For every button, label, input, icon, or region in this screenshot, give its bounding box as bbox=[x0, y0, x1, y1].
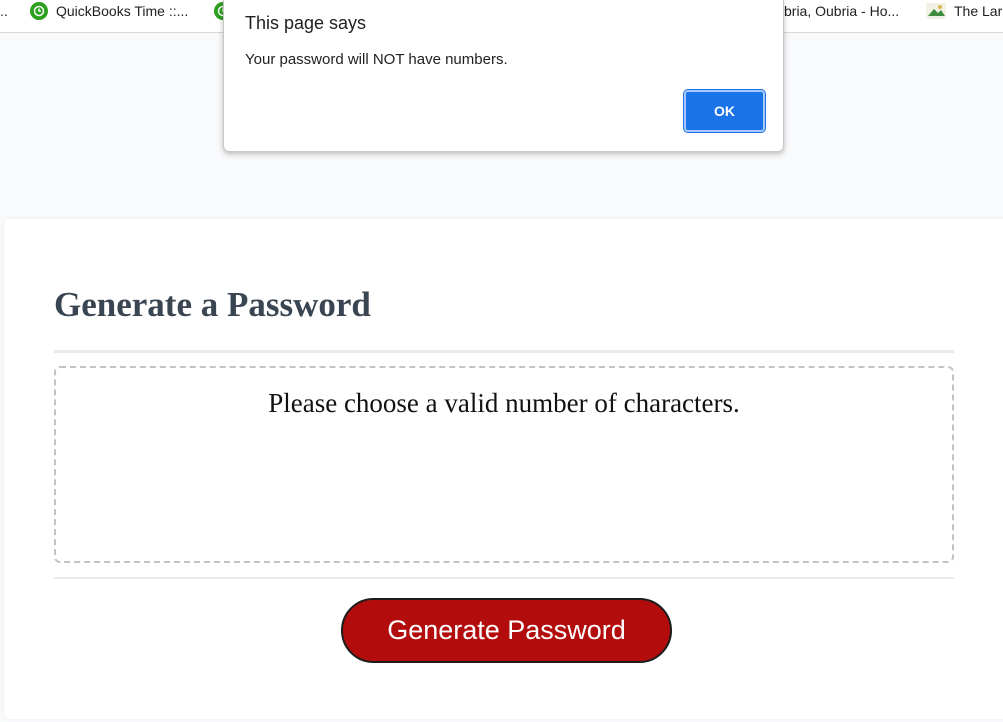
bookmark-item-oubria[interactable]: bria, Oubria - Ho... bbox=[784, 0, 899, 22]
bookmark-item-the-lar[interactable]: The Lar bbox=[926, 0, 1002, 22]
bookmark-label: The Lar bbox=[954, 3, 1003, 19]
password-text: Please choose a valid number of characte… bbox=[268, 388, 740, 418]
bookmark-item-quickbooks-time[interactable]: QuickBooks Time ::... bbox=[30, 0, 188, 22]
alert-dialog: This page says Your password will NOT ha… bbox=[223, 0, 784, 152]
password-display[interactable]: Please choose a valid number of characte… bbox=[54, 366, 954, 563]
landscape-icon bbox=[926, 3, 946, 19]
ok-button[interactable]: OK bbox=[683, 89, 766, 133]
generate-password-button[interactable]: Generate Password bbox=[341, 598, 672, 663]
divider bbox=[54, 350, 954, 353]
bookmark-label: QuickBooks Time ::... bbox=[56, 3, 189, 19]
password-generator-card: Generate a Password Please choose a vali… bbox=[4, 219, 1003, 719]
dialog-title: This page says bbox=[245, 13, 367, 33]
bookmark-label: .. bbox=[0, 3, 8, 19]
dialog-message: Your password will NOT have numbers. bbox=[245, 51, 508, 68]
bookmark-item-partial[interactable]: .. bbox=[0, 0, 8, 22]
bookmark-label: bria, Oubria - Ho... bbox=[784, 3, 900, 19]
quickbooks-time-icon bbox=[30, 2, 48, 20]
divider bbox=[54, 577, 954, 579]
page-title: Generate a Password bbox=[54, 285, 371, 324]
